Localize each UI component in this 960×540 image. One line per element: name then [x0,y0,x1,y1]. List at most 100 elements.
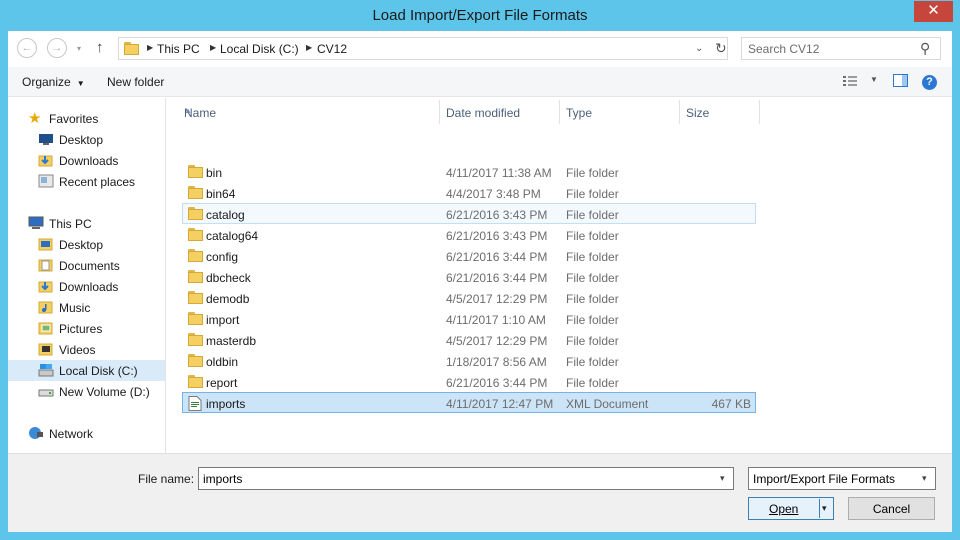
breadcrumb-local-disk[interactable]: Local Disk (C:) [220,42,299,56]
table-row[interactable]: demodb 4/5/2017 12:29 PM File folder [182,287,756,308]
search-icon[interactable]: ⚲ [920,40,930,57]
chevron-down-icon[interactable]: ▾ [720,473,725,484]
close-icon: ✕ [927,2,940,19]
back-button[interactable]: ← [17,38,37,58]
sidebar-item-desktop-pc[interactable]: Desktop [8,234,165,255]
sidebar-item-local-disk[interactable]: Local Disk (C:) [8,360,165,381]
file-date: 4/5/2017 12:29 PM [446,334,548,348]
sidebar-item-this-pc[interactable]: This PC [8,213,165,234]
column-header-label: Type [566,106,593,120]
preview-pane-icon [893,74,908,87]
column-header-date[interactable]: Date modified [440,100,560,124]
sidebar-item-label: Downloads [59,280,119,294]
file-list[interactable]: Name ▲ Date modified Type Size bin 4/11/… [168,98,952,453]
sidebar-item-desktop[interactable]: Desktop [8,129,165,150]
refresh-icon: ↻ [715,40,727,56]
view-options-button[interactable]: ▼ [870,75,878,84]
column-header-type[interactable]: Type [560,100,680,124]
table-row[interactable]: dbcheck 6/21/2016 3:44 PM File folder [182,266,756,287]
downloads-icon [38,279,54,293]
sidebar-item-new-volume[interactable]: New Volume (D:) [8,381,165,402]
change-view-button[interactable] [842,74,858,91]
folder-icon [188,165,203,179]
folder-icon [124,42,140,55]
sidebar-item-downloads-pc[interactable]: Downloads [8,276,165,297]
preview-pane-button[interactable] [893,74,909,91]
search-box[interactable]: Search CV12 ⚲ [741,37,941,60]
table-row[interactable]: imports 4/11/2017 12:47 PM XML Document … [182,392,756,413]
sidebar-item-label: New Volume (D:) [59,385,150,399]
navigation-pane[interactable]: ★ Favorites Desktop Downloads Recent pla… [8,98,166,453]
file-date: 4/4/2017 3:48 PM [446,187,541,201]
table-row[interactable]: bin 4/11/2017 11:38 AM File folder [182,161,756,182]
column-header-name[interactable]: Name ▲ [178,100,440,124]
up-button[interactable]: ↑ [96,39,104,56]
cancel-button[interactable]: Cancel [848,497,935,520]
organize-button[interactable]: Organize ▼ [22,75,85,89]
file-size: 467 KB [711,397,751,411]
folder-icon [188,228,203,242]
sidebar-item-favorites[interactable]: ★ Favorites [8,108,165,129]
new-folder-button[interactable]: New folder [107,75,164,89]
back-arrow-icon: ← [21,42,33,54]
table-row[interactable]: masterdb 4/5/2017 12:29 PM File folder [182,329,756,350]
forward-button[interactable]: → [47,38,67,58]
open-options-button[interactable]: ▾ [822,503,827,514]
organize-label: Organize [22,75,71,89]
table-row[interactable]: import 4/11/2017 1:10 AM File folder [182,308,756,329]
file-name: dbcheck [206,271,251,285]
sidebar-item-videos[interactable]: Videos [8,339,165,360]
file-date: 6/21/2016 3:44 PM [446,250,548,264]
refresh-button[interactable]: ↻ [715,40,727,57]
file-date: 4/11/2017 12:47 PM [446,397,554,411]
address-dropdown-button[interactable]: ⌄ [695,43,703,54]
file-date: 4/11/2017 11:38 AM [446,166,552,180]
file-name: report [206,376,238,390]
breadcrumb-cv12[interactable]: CV12 [317,42,347,56]
table-row[interactable]: bin64 4/4/2017 3:48 PM File folder [182,182,756,203]
search-input[interactable]: Search CV12 [748,42,819,56]
file-type: File folder [566,166,619,180]
table-row[interactable]: config 6/21/2016 3:44 PM File folder [182,245,756,266]
file-name-combobox[interactable]: ▾ [198,467,734,490]
help-icon[interactable]: ? [922,75,937,90]
folder-icon [188,291,203,305]
table-row[interactable]: oldbin 1/18/2017 8:56 AM File folder [182,350,756,371]
folder-icon [188,312,203,326]
network-icon [28,426,44,440]
music-icon [38,300,54,314]
breadcrumb-this-pc[interactable]: This PC [157,42,200,56]
details-view-icon [843,76,857,86]
file-type-select[interactable]: Import/Export File Formats ▾ [748,467,936,490]
column-header-size[interactable]: Size [680,100,760,124]
file-date: 6/21/2016 3:44 PM [446,376,548,390]
sidebar-item-label: Downloads [59,154,119,168]
file-type: File folder [566,250,619,264]
local-disk-icon [38,363,54,377]
sidebar-item-network[interactable]: Network [8,423,165,444]
file-date: 6/21/2016 3:43 PM [446,208,548,222]
close-button[interactable]: ✕ [914,1,953,22]
file-type: File folder [566,271,619,285]
sidebar-item-music[interactable]: Music [8,297,165,318]
table-row[interactable]: catalog 6/21/2016 3:43 PM File folder [182,203,756,224]
recent-locations-button[interactable]: ▾ [77,44,81,53]
file-name: config [206,250,239,264]
breadcrumb-separator-icon: ▶ [210,43,217,52]
xml-file-icon [188,396,202,411]
sidebar-item-label: Pictures [59,322,103,336]
sidebar-item-documents[interactable]: Documents [8,255,165,276]
sidebar-item-pictures[interactable]: Pictures [8,318,165,339]
table-row[interactable]: catalog64 6/21/2016 3:43 PM File folder [182,224,756,245]
sidebar-item-recent-places[interactable]: Recent places [8,171,165,192]
file-name-field[interactable] [203,470,703,487]
sidebar-item-downloads[interactable]: Downloads [8,150,165,171]
sidebar-item-label: Network [49,427,94,441]
address-bar[interactable]: ▶ This PC ▶ Local Disk (C:) ▶ CV12 ⌄ ↻ [118,37,728,60]
open-label: Open [769,502,799,516]
table-row[interactable]: report 6/21/2016 3:44 PM File folder [182,371,756,392]
chevron-down-icon: ▼ [76,79,85,88]
file-name: masterdb [206,334,257,348]
computer-icon [28,216,44,230]
open-button[interactable]: Open ▾ [748,497,834,520]
